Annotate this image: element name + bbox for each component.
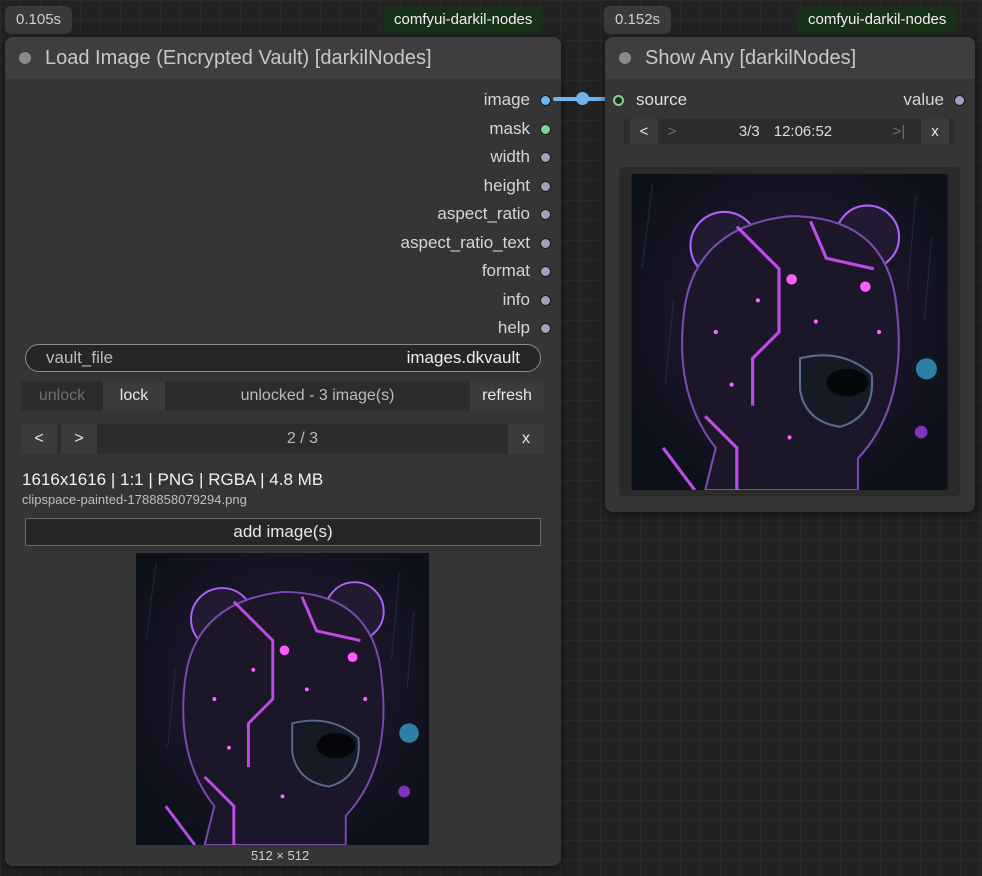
image-page-counter: 2 / 3 xyxy=(286,430,319,447)
image-nav-toolbar: < > 2 / 3 x xyxy=(21,424,544,454)
show-time: 12:06:52 xyxy=(773,123,833,140)
vault-file-combo[interactable]: vault_file images.dkvault xyxy=(25,344,541,372)
value-output-label: value xyxy=(903,90,944,109)
output-slot[interactable] xyxy=(540,123,551,135)
source-input-slot[interactable] xyxy=(613,94,624,106)
value-output-slot[interactable] xyxy=(954,94,965,106)
output-label: width xyxy=(490,147,530,166)
show-prev-button[interactable]: < xyxy=(630,119,658,144)
image-meta: 1616x1616 | 1:1 | PNG | RGBA | 4.8 MB xyxy=(22,470,324,489)
output-label: mask xyxy=(489,119,530,138)
vault-file-label: vault_file xyxy=(46,348,114,367)
show-any-nav-toolbar: < > 3/3 12:06:52 >| x xyxy=(624,119,955,144)
right-node-pack-badge: comfyui-darkil-nodes xyxy=(797,6,958,34)
image-preview xyxy=(136,553,429,845)
output-format: format xyxy=(482,259,551,283)
load-image-node-title-bar[interactable]: Load Image (Encrypted Vault) [darkilNode… xyxy=(5,37,561,79)
refresh-button[interactable]: refresh xyxy=(470,381,544,411)
next-image-button[interactable]: > xyxy=(61,424,97,454)
output-label: height xyxy=(483,176,530,195)
show-preview-frame xyxy=(619,167,960,496)
prev-image-button[interactable]: < xyxy=(21,424,57,454)
output-slot[interactable] xyxy=(540,294,551,306)
vault-file-value: images.dkvault xyxy=(406,348,520,367)
right-node-timing-badge: 0.152s xyxy=(604,6,672,34)
show-next-button[interactable]: > xyxy=(658,119,686,144)
value-output-row: value xyxy=(903,88,965,112)
preview-size-label: 512 × 512 xyxy=(251,848,310,863)
show-counter-time: 3/3 12:06:52 xyxy=(686,119,885,144)
node-title: Load Image (Encrypted Vault) [darkilNode… xyxy=(45,46,432,69)
output-slot[interactable] xyxy=(540,151,551,163)
collapse-dot-icon[interactable] xyxy=(619,52,631,64)
node-title: Show Any [darkilNodes] xyxy=(645,46,857,69)
link-midpoint-dot[interactable] xyxy=(576,92,589,105)
output-height: height xyxy=(484,174,551,198)
bear-image xyxy=(631,174,948,490)
output-label: image xyxy=(483,90,530,109)
collapse-dot-icon[interactable] xyxy=(19,52,31,64)
output-slot[interactable] xyxy=(540,208,551,220)
output-aspect-ratio: aspect_ratio xyxy=(437,202,551,226)
output-image: image xyxy=(484,88,551,112)
lock-toolbar: unlock lock unlocked - 3 image(s) refres… xyxy=(21,381,544,411)
output-label: aspect_ratio_text xyxy=(400,233,530,252)
output-label: help xyxy=(497,318,530,337)
output-slot[interactable] xyxy=(540,237,551,249)
image-filename: clipspace-painted-1788858079294.png xyxy=(22,492,247,507)
show-last-button[interactable]: >| xyxy=(885,119,913,144)
bear-image xyxy=(136,553,429,845)
show-close-button[interactable]: x xyxy=(921,119,949,144)
output-slot[interactable] xyxy=(540,180,551,192)
close-image-button[interactable]: x xyxy=(508,424,544,454)
left-node-pack-badge: comfyui-darkil-nodes xyxy=(383,6,544,34)
lock-button[interactable]: lock xyxy=(103,381,165,411)
output-aspect-ratio-text: aspect_ratio_text xyxy=(401,231,551,255)
show-any-node-title-bar[interactable]: Show Any [darkilNodes] xyxy=(605,37,975,79)
output-info: info xyxy=(503,288,551,312)
left-node-timing-badge: 0.105s xyxy=(5,6,73,34)
show-counter: 3/3 xyxy=(738,123,760,140)
output-mask: mask xyxy=(489,117,551,141)
source-input-label: source xyxy=(636,90,688,109)
output-label: format xyxy=(481,261,530,280)
output-label: aspect_ratio xyxy=(437,204,530,223)
load-image-node[interactable]: Load Image (Encrypted Vault) [darkilNode… xyxy=(5,37,561,866)
output-width: width xyxy=(490,145,551,169)
show-any-node[interactable]: Show Any [darkilNodes] source value < > … xyxy=(605,37,975,512)
output-slot[interactable] xyxy=(540,265,551,277)
source-input-row: source xyxy=(613,88,687,112)
add-images-button[interactable]: add image(s) xyxy=(25,518,541,546)
vault-status: unlocked - 3 image(s) xyxy=(240,387,395,404)
output-slot[interactable] xyxy=(540,322,551,334)
output-help: help xyxy=(498,316,551,340)
output-slot[interactable] xyxy=(540,94,551,106)
unlock-button[interactable]: unlock xyxy=(21,381,103,411)
output-label: info xyxy=(502,290,530,309)
